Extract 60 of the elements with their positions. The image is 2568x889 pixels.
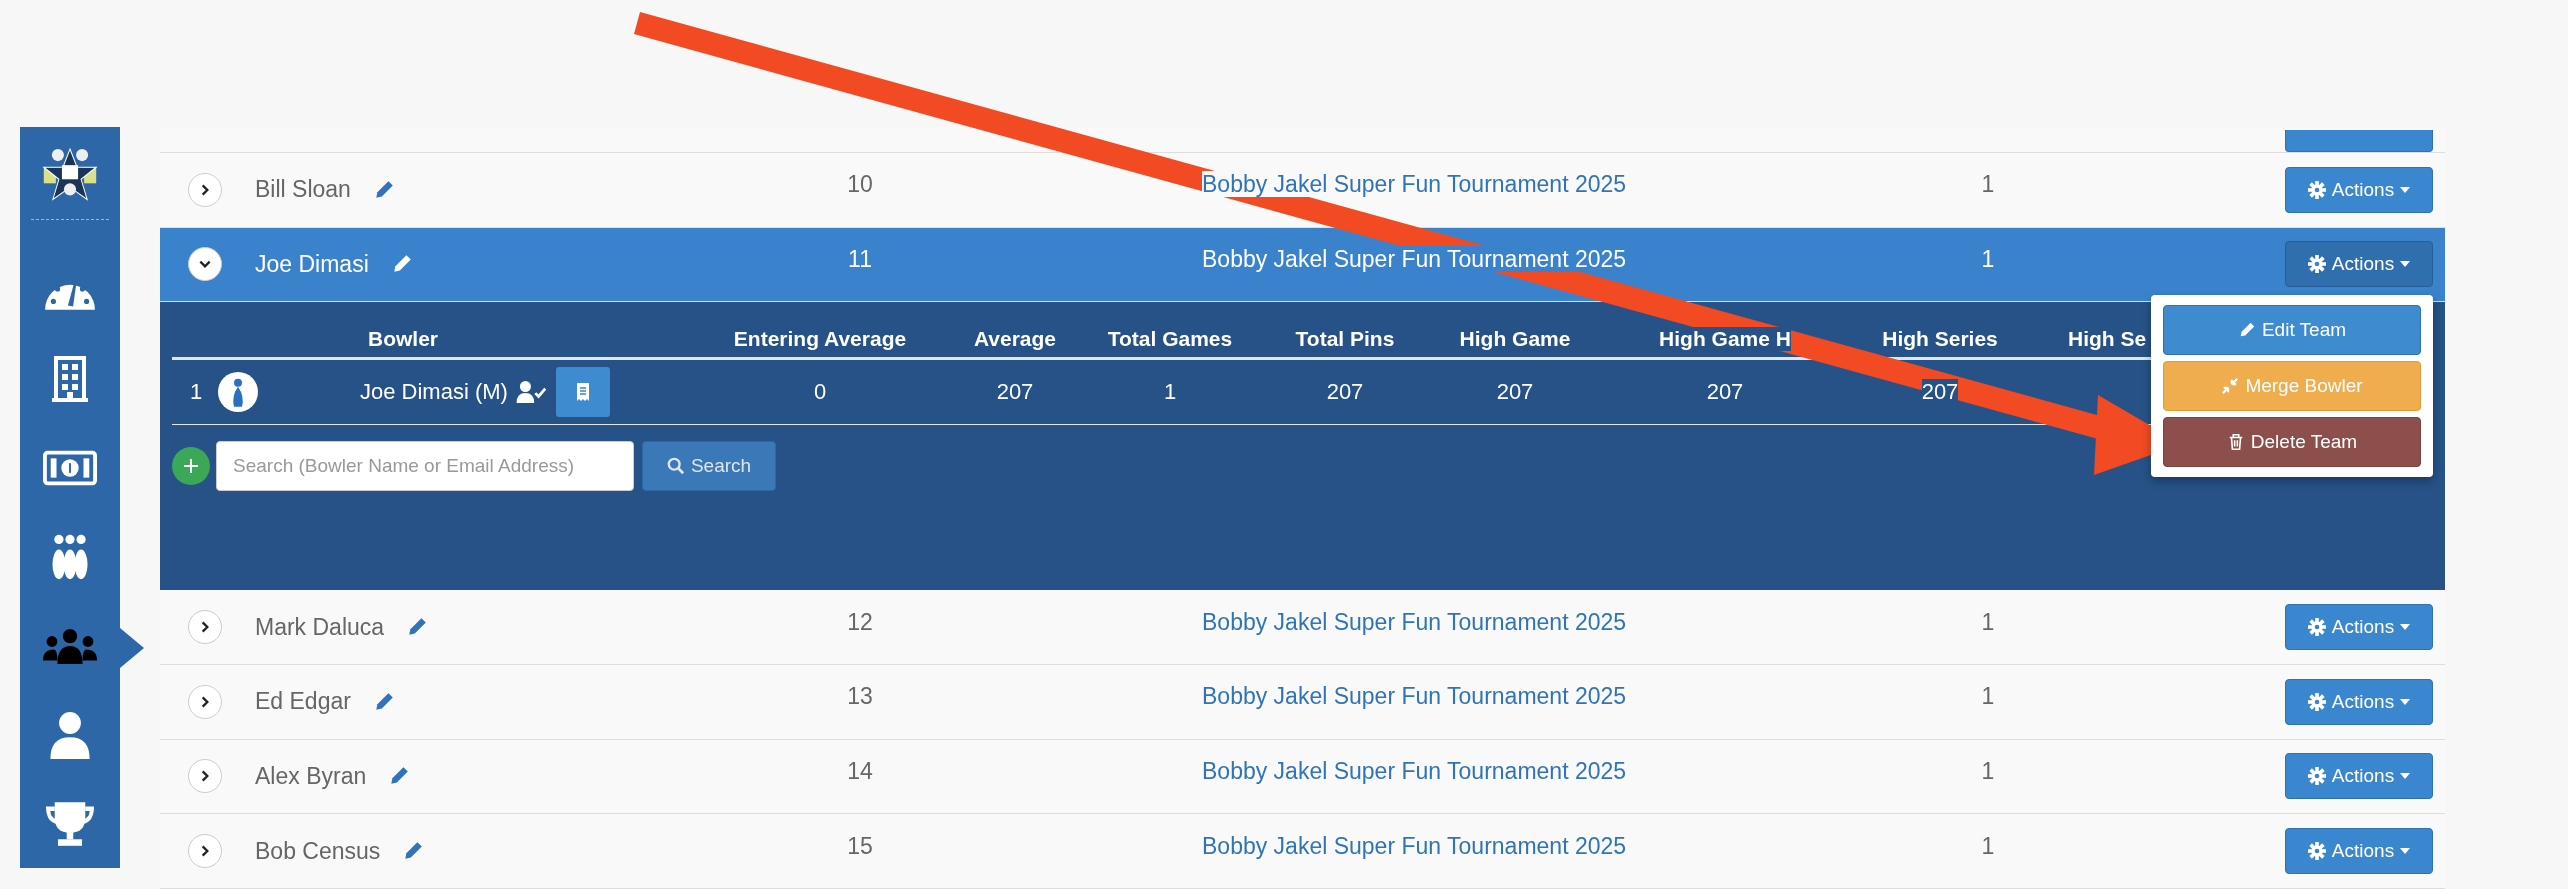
team-number: 12 <box>846 608 874 636</box>
gear-icon <box>2307 618 2326 636</box>
tournament-link[interactable]: Bobby Jakel Super Fun Tournament 2025 <box>1202 683 1627 710</box>
actions-button[interactable]: Actions <box>2285 241 2433 288</box>
team-name: Mark Daluca <box>255 613 385 641</box>
actions-button[interactable]: Actions <box>2285 753 2433 800</box>
column-header: High Game H <box>1659 327 1791 352</box>
search-field[interactable]: Search (Bowler Name or Email Address) <box>216 441 634 492</box>
pencil-icon[interactable] <box>406 616 429 638</box>
caret-icon <box>2400 261 2411 268</box>
search-icon <box>666 457 685 476</box>
user-check-icon <box>515 381 548 404</box>
menu-item[interactable]: Delete Team <box>2163 417 2421 468</box>
team-name: Ed Edgar <box>255 688 351 716</box>
expand-toggle[interactable] <box>188 610 222 644</box>
expand-toggle[interactable] <box>188 247 222 282</box>
caret-icon <box>2400 848 2411 855</box>
gear-icon <box>2307 767 2326 786</box>
caret-icon <box>2400 624 2411 630</box>
expand-toggle[interactable] <box>188 759 222 794</box>
search-button[interactable]: Search <box>642 441 776 492</box>
team-name: Joe Dimasi <box>255 250 369 278</box>
receipt-icon <box>574 382 591 403</box>
gear-icon <box>2307 842 2326 861</box>
merge-arrows-icon <box>2221 377 2240 396</box>
team-count: 1 <box>1980 171 1996 199</box>
caret-icon <box>2400 773 2411 780</box>
team-name: Bill Sloan <box>255 176 351 204</box>
actions-button[interactable]: Actions <box>2285 678 2433 725</box>
team-count: 1 <box>1980 608 1996 636</box>
caret-icon <box>2400 186 2411 193</box>
actions-button[interactable]: Actions <box>2285 828 2433 875</box>
team-count: 1 <box>1980 245 1996 273</box>
gear-icon <box>2307 180 2326 199</box>
team-count: 1 <box>1980 683 1996 711</box>
tournament-link[interactable]: Bobby Jakel Super Fun Tournament 2025 <box>1202 245 1627 272</box>
team-number: 10 <box>846 171 874 199</box>
menu-item[interactable]: Edit Team <box>2163 305 2421 356</box>
expand-toggle[interactable] <box>188 684 222 719</box>
actions-button[interactable] <box>2285 129 2433 152</box>
add-button[interactable] <box>172 447 210 486</box>
actions-button[interactable]: Actions <box>2285 166 2433 213</box>
team-name: Alex Byran <box>255 762 367 790</box>
team-number: 15 <box>846 832 874 860</box>
trophy-icon <box>43 799 97 848</box>
gear-icon <box>2307 255 2326 274</box>
receipt-button[interactable] <box>555 367 610 418</box>
team-number: 14 <box>846 757 874 785</box>
team-count: 1 <box>1980 832 1996 860</box>
team-name: Bob Census <box>255 837 381 865</box>
expand-toggle[interactable] <box>188 172 222 207</box>
tournament-link[interactable]: Bobby Jakel Super Fun Tournament 2025 <box>1202 171 1627 198</box>
gear-icon <box>2307 692 2326 711</box>
caret-icon <box>2400 698 2411 705</box>
team-number: 11 <box>847 245 873 273</box>
expand-toggle[interactable] <box>188 834 222 869</box>
team-number: 13 <box>846 683 874 711</box>
team-count: 1 <box>1980 757 1996 785</box>
actions-button[interactable]: Actions <box>2285 604 2433 650</box>
bowling-pin-icon <box>218 372 258 413</box>
